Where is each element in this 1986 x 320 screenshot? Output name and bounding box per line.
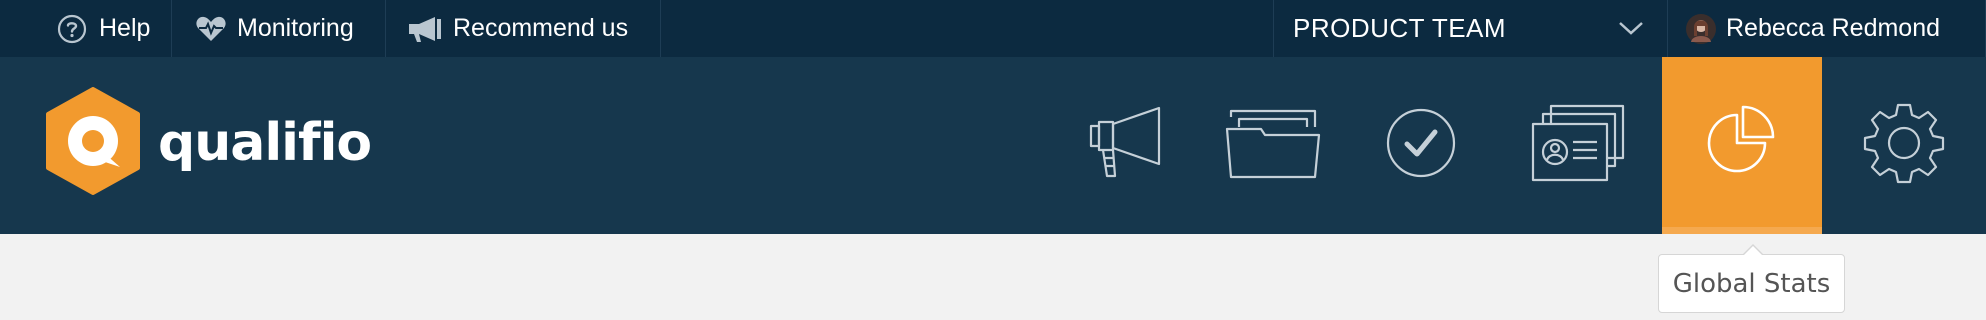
monitoring-label: Monitoring: [237, 14, 354, 42]
tooltip-text: Global Stats: [1672, 268, 1831, 299]
divider: [385, 0, 386, 57]
help-link[interactable]: Help: [57, 0, 150, 57]
question-circle-icon: [57, 14, 87, 44]
recommend-link[interactable]: Recommend us: [407, 0, 628, 57]
megaphone-icon: [407, 15, 443, 43]
check-circle-icon: [1385, 107, 1457, 184]
main-nav-bar: qualifio: [0, 57, 1986, 234]
nav-folders[interactable]: [1200, 57, 1346, 234]
folder-icon: [1225, 107, 1321, 184]
help-label: Help: [99, 14, 151, 42]
user-menu[interactable]: Rebecca Redmond: [1686, 0, 1940, 57]
nav-settings[interactable]: [1822, 57, 1986, 234]
divider: [171, 0, 172, 57]
recommend-label: Recommend us: [453, 14, 629, 42]
pie-chart-icon: [1705, 103, 1779, 182]
chevron-down-icon: [1617, 19, 1645, 37]
nav-contacts[interactable]: [1496, 57, 1662, 234]
divider: [660, 0, 661, 57]
user-name: Rebecca Redmond: [1726, 14, 1941, 42]
divider: [1667, 0, 1668, 57]
nav-validations[interactable]: [1346, 57, 1496, 234]
nav-campaigns[interactable]: [1054, 57, 1200, 234]
tooltip: Global Stats: [1658, 254, 1845, 313]
megaphone-icon: [1087, 106, 1167, 185]
team-label: PRODUCT TEAM: [1293, 13, 1507, 43]
heartbeat-icon: [195, 15, 227, 43]
avatar: [1686, 13, 1716, 44]
tooltip-arrow-inner: [1743, 246, 1763, 256]
team-selector[interactable]: PRODUCT TEAM: [1293, 0, 1645, 57]
divider: [1273, 0, 1274, 57]
contact-cards-icon: [1531, 104, 1627, 187]
nav-global-stats[interactable]: [1662, 57, 1822, 234]
gear-icon: [1863, 102, 1945, 189]
monitoring-link[interactable]: Monitoring: [195, 0, 354, 57]
brand-logo[interactable]: qualifio: [44, 86, 374, 200]
brand-name: qualifio: [158, 113, 372, 173]
qualifio-logo-icon: [44, 86, 142, 200]
top-bar: Help Monitoring Recommend us PRODUCT TEA…: [0, 0, 1986, 57]
